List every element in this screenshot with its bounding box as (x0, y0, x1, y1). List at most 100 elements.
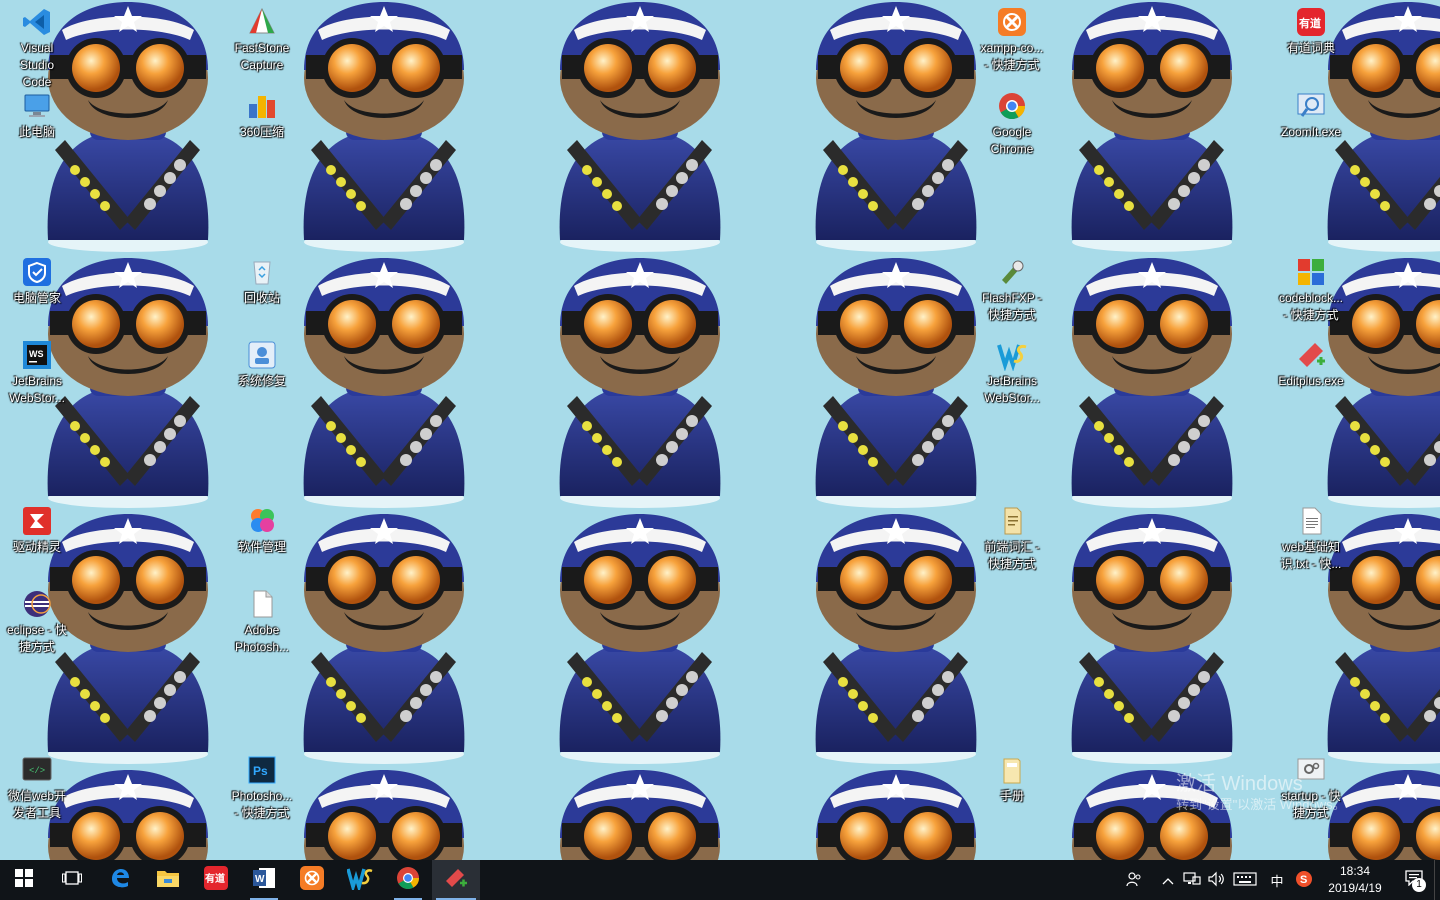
desktop-icon-webstorm-1[interactable]: WS JetBrains WebStor... (0, 339, 74, 407)
desktop-icon-manual-folder[interactable]: 手册 (975, 754, 1049, 805)
network-icon (1183, 871, 1201, 890)
desktop-icon-label: codeblock... - 快捷方式 (1278, 291, 1344, 322)
taskbar-xampp[interactable] (288, 860, 336, 900)
word-icon: W (252, 866, 276, 895)
taskbar-edge[interactable] (96, 860, 144, 900)
chevron-up-icon (1162, 873, 1174, 888)
driver-icon (21, 505, 53, 537)
desktop-icon-this-pc[interactable]: 此电脑 (0, 90, 74, 141)
editplus-icon (444, 866, 468, 895)
edge-icon (108, 866, 132, 895)
desktop-icon-label: FastStone Capture (234, 41, 290, 72)
show-desktop-button[interactable] (1434, 860, 1440, 900)
desktop-icon-label: 手册 (999, 789, 1024, 803)
svg-text:S: S (1300, 874, 1307, 886)
taskbar-youdao[interactable]: 有道 (192, 860, 240, 900)
webstorm-icon: WS (21, 339, 53, 371)
archive-icon (246, 90, 278, 122)
desktop-icon-zoomit[interactable]: ZoomIt.exe (1274, 90, 1348, 141)
desktop-icon-web-basics-txt[interactable]: web基础知 识.txt - 快... (1274, 505, 1348, 573)
taskbar-editplus[interactable] (432, 860, 480, 900)
watermark-title: 激活 Windows (1176, 773, 1303, 795)
desktop-icon-label: Visual Studio Code (19, 41, 55, 89)
start-button[interactable] (0, 860, 48, 900)
task-view-button[interactable] (48, 860, 96, 900)
input-method-indicator[interactable]: 中 (1262, 860, 1292, 900)
desktop-icon-360zip[interactable]: 360压缩 (225, 90, 299, 141)
sogou-icon: S (1295, 870, 1313, 891)
desktop-icon-flashfxp[interactable]: FlashFXP - 快捷方式 (975, 256, 1049, 324)
wallpaper-fill (0, 0, 1440, 860)
desktop-icon-label: Editplus.exe (1278, 374, 1344, 388)
clock-date: 2019/4/19 (1328, 881, 1382, 895)
desktop-icon-adobe-photoshop-file[interactable]: Adobe Photosh... (225, 588, 299, 656)
desktop-icon-editplus[interactable]: Editplus.exe (1274, 339, 1348, 390)
touch-keyboard-button[interactable] (1228, 860, 1262, 900)
desktop-icon-label: ZoomIt.exe (1280, 125, 1342, 139)
desktop-icon-photoshop[interactable]: Ps Photosho... - 快捷方式 (225, 754, 299, 822)
desktop-icon-system-repair[interactable]: 系统修复 (225, 339, 299, 390)
desktop-icon-driver-genius[interactable]: 驱动精灵 (0, 505, 74, 556)
desktop-icon-wechat-devtools[interactable]: </> 微信web开 发者工具 (0, 754, 74, 822)
desktop-icon-google-chrome[interactable]: Google Chrome (975, 90, 1049, 158)
svg-text:有道: 有道 (205, 872, 225, 885)
sogou-input-button[interactable]: S (1292, 860, 1316, 900)
webstorm-icon (346, 866, 373, 895)
show-hidden-icons-button[interactable] (1156, 860, 1180, 900)
svg-text:有道: 有道 (1299, 16, 1321, 30)
desktop-icon-label: 回收站 (243, 291, 280, 305)
desktop-icon-recycle-bin[interactable]: 回收站 (225, 256, 299, 307)
desktop-icon-label: JetBrains WebStor... (984, 374, 1040, 405)
taskbar-webstorm[interactable] (336, 860, 384, 900)
vscode-icon (21, 6, 53, 38)
desktop-icon-label: 360压缩 (239, 125, 285, 139)
desktop-icon-label: 软件管理 (237, 540, 286, 554)
youdao-icon: 有道 (1295, 6, 1327, 38)
action-center-button[interactable]: 1 (1394, 860, 1434, 900)
software-manager-icon (246, 505, 278, 537)
notification-count-badge: 1 (1412, 878, 1426, 892)
task-view-icon (62, 870, 82, 891)
text-file-icon (1295, 505, 1327, 537)
desktop-icon-pc-manager[interactable]: 电脑管家 (0, 256, 74, 307)
desktop-icon-vscode[interactable]: Visual Studio Code (0, 6, 74, 91)
taskbar-chrome[interactable] (384, 860, 432, 900)
zoomit-icon (1295, 90, 1327, 122)
people-button[interactable] (1122, 860, 1146, 900)
volume-button[interactable] (1204, 860, 1228, 900)
shield-icon (21, 256, 53, 288)
desktop-icon-label: 有道词典 (1286, 41, 1335, 55)
speaker-icon (1207, 871, 1225, 890)
svg-text:WS: WS (29, 349, 44, 359)
taskbar-word[interactable]: W (240, 860, 288, 900)
desktop-icon-label: 电脑管家 (12, 291, 61, 305)
desktop-icon-xampp[interactable]: xampp-co... - 快捷方式 (975, 6, 1049, 74)
svg-text:Ps: Ps (253, 764, 268, 778)
keyboard-icon (1233, 871, 1257, 889)
desktop-wallpaper (0, 0, 1440, 860)
desktop-icon-youdao-dict[interactable]: 有道 有道词典 (1274, 6, 1348, 57)
desktop-icon-faststone[interactable]: FastStone Capture (225, 6, 299, 74)
flashfxp-icon (996, 256, 1028, 288)
people-icon (1126, 871, 1142, 890)
desktop-icon-frontend-vocab[interactable]: 前端词汇 - 快捷方式 (975, 505, 1049, 573)
faststone-icon (246, 6, 278, 38)
folder-icon (996, 754, 1028, 786)
desktop-icon-webstorm-2[interactable]: JetBrains WebStor... (975, 339, 1049, 407)
desktop-icon-label: FlashFXP - 快捷方式 (982, 291, 1042, 322)
taskbar-file-explorer[interactable] (144, 860, 192, 900)
taskbar-clock[interactable]: 18:34 2019/4/19 (1316, 860, 1394, 900)
file-explorer-icon (156, 867, 180, 894)
desktop-icon-codeblocks[interactable]: codeblock... - 快捷方式 (1274, 256, 1348, 324)
desktop-icon-eclipse[interactable]: eclipse - 快 捷方式 (0, 588, 74, 656)
desktop-icon-software-manager[interactable]: 软件管理 (225, 505, 299, 556)
desktop-icon-label: web基础知 识.txt - 快... (1280, 540, 1342, 571)
network-button[interactable] (1180, 860, 1204, 900)
xampp-icon (300, 865, 324, 895)
desktop-icon-label: JetBrains WebStor... (9, 374, 65, 405)
desktop-icon-label: 微信web开 发者工具 (7, 789, 66, 820)
desktop-icon-label: 此电脑 (18, 125, 55, 139)
wallpaper-tile-pattern (0, 0, 1440, 860)
devtools-icon: </> (21, 754, 53, 786)
document-icon (996, 505, 1028, 537)
